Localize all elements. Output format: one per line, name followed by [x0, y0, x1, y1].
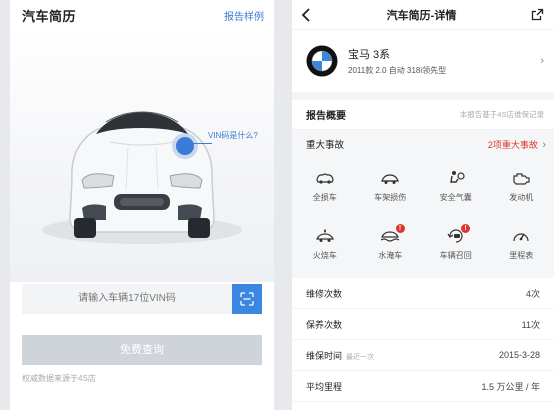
scan-button[interactable] — [232, 284, 262, 314]
major-accident-row[interactable]: 重大事故 2项重大事故 › — [292, 130, 554, 158]
engine-icon — [513, 173, 530, 185]
fire-car-icon — [315, 229, 334, 242]
page-title: 汽车简历-详情 — [386, 9, 457, 22]
header: 汽车简历 报告样例 — [10, 0, 274, 30]
car-info: 宝马 3系 2011款 2.0 自动 318i领先型 — [348, 46, 540, 76]
check-fire[interactable]: 火烧车 — [292, 220, 358, 276]
stat-row-avg-mileage: 平均里程 1.5 万公里 / 年 — [292, 371, 554, 402]
major-accident-label: 重大事故 — [306, 140, 345, 151]
check-label: 里程表 — [509, 251, 534, 260]
check-recall[interactable]: ! 车辆召回 — [423, 220, 489, 276]
stat-label: 保养次数 — [306, 320, 343, 330]
stat-sub-label: 最近一次 — [346, 354, 375, 361]
stat-value: 1.5 万公里 / 年 — [481, 381, 540, 392]
stat-row-repairs: 维修次数 4次 — [292, 278, 554, 309]
report-summary-header: 报告概要 本报告基于4S店维保记录 — [292, 100, 554, 130]
check-label: 发动机 — [509, 193, 534, 202]
check-label: 车架损伤 — [374, 193, 407, 202]
vin-input-row — [22, 284, 262, 314]
scan-icon — [240, 292, 254, 306]
check-frame-damage[interactable]: 车架损伤 — [358, 162, 424, 218]
check-label: 车辆召回 — [439, 251, 472, 260]
report-sample-link[interactable]: 报告样例 — [224, 8, 264, 23]
free-query-button[interactable]: 免费查询 — [22, 335, 262, 365]
major-accident-summary: 2项重大事故 › — [488, 135, 546, 153]
summary-note: 本报告基于4S店维保记录 — [459, 110, 544, 119]
vin-pointer-line — [192, 143, 212, 144]
chevron-right-icon: › — [540, 55, 544, 67]
bmw-logo-icon — [306, 45, 338, 77]
stat-value: 2015-3-28 — [498, 350, 540, 360]
app-logo: 汽车简历 — [22, 8, 77, 24]
frame-damage-icon — [381, 174, 400, 184]
check-label: 火烧车 — [312, 251, 337, 260]
odometer-icon — [513, 233, 529, 242]
app-stage: 汽车简历 报告样例 VIN码是什么? 请输入车辆17位VIN码 免费查询 权威数… — [0, 0, 554, 410]
header: 汽车简历-详情 — [292, 0, 554, 30]
stat-row-service-date: 维保时间 最近一次 2015-3-28 — [292, 340, 554, 371]
vin-location-marker[interactable] — [176, 137, 194, 155]
check-label: 水淹车 — [378, 251, 403, 260]
share-icon[interactable] — [531, 8, 544, 21]
stat-row-maintenance: 保养次数 11次 — [292, 309, 554, 340]
chevron-right-icon: › — [542, 139, 546, 151]
vin-query-screen: 汽车简历 报告样例 VIN码是什么? 请输入车辆17位VIN码 免费查询 权威数… — [10, 0, 274, 410]
car-summary-card[interactable]: 宝马 3系 2011款 2.0 自动 318i领先型 › — [292, 30, 554, 92]
car-hero: VIN码是什么? — [10, 30, 274, 282]
car-spec: 2011款 2.0 自动 318i领先型 — [348, 66, 447, 75]
section-divider — [292, 92, 554, 100]
check-flood[interactable]: ! 水淹车 — [358, 220, 424, 276]
car-model-name: 宝马 3系 — [348, 49, 391, 61]
check-odometer[interactable]: 里程表 — [489, 220, 554, 276]
stat-value: 11次 — [521, 319, 540, 330]
check-total-loss[interactable]: 全损车 — [292, 162, 358, 218]
back-icon[interactable] — [300, 7, 312, 22]
stat-label: 维修次数 — [306, 289, 343, 299]
report-detail-screen: 汽车简历-详情 宝马 3系 2011款 2.0 自动 318i领先型 › 报告概… — [292, 0, 554, 410]
car-front-image — [42, 111, 242, 244]
total-loss-icon — [316, 173, 334, 184]
alert-badge: ! — [395, 224, 405, 233]
check-engine[interactable]: 发动机 — [489, 162, 554, 218]
major-accident-count: 2项重大事故 — [487, 140, 538, 150]
check-airbag[interactable]: 安全气囊 — [423, 162, 489, 218]
stat-label: 维保时间 — [306, 351, 343, 361]
data-source-note: 权威数据来源于4S店 — [22, 374, 96, 383]
vin-input[interactable] — [22, 284, 232, 314]
accident-check-grid: 全损车 车架损伤 安全气囊 发动机 火烧车 ! 水淹车 ! 车辆召回 里程表 — [292, 158, 554, 278]
stat-value: 4次 — [525, 288, 540, 299]
airbag-icon — [449, 171, 465, 183]
check-label: 全损车 — [312, 193, 337, 202]
vin-help-link[interactable]: VIN码是什么? — [208, 130, 258, 141]
check-label: 安全气囊 — [439, 193, 472, 202]
stat-label: 平均里程 — [306, 382, 343, 392]
summary-title: 报告概要 — [306, 111, 346, 122]
alert-badge: ! — [461, 224, 470, 233]
